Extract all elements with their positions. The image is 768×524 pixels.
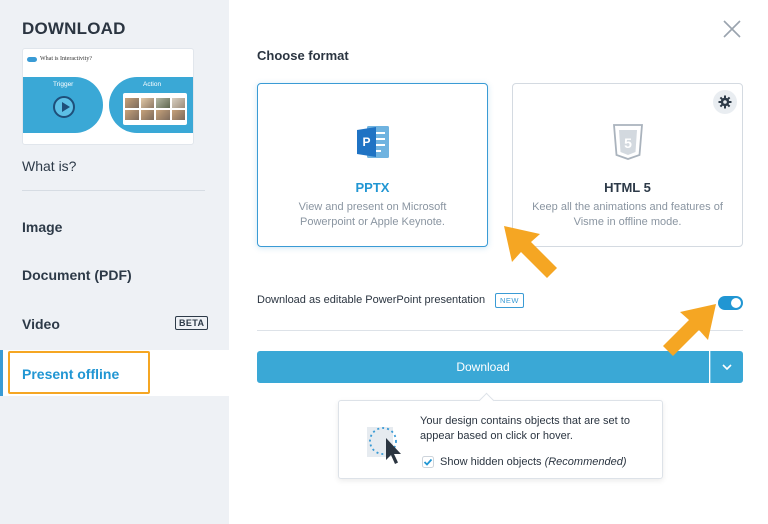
editable-pptx-label: Download as editable PowerPoint presenta… bbox=[257, 294, 486, 306]
svg-text:5: 5 bbox=[624, 135, 632, 151]
close-icon[interactable] bbox=[722, 19, 742, 39]
svg-text:P: P bbox=[362, 135, 370, 149]
pointer-arrow-icon bbox=[504, 226, 557, 278]
popup-message: Your design contains objects that are se… bbox=[420, 415, 630, 442]
download-button[interactable]: Download bbox=[257, 351, 709, 383]
format-card-pptx[interactable]: P PPTX View and present on Microsoft Pow… bbox=[257, 83, 488, 247]
beta-badge: BETA bbox=[175, 316, 209, 330]
play-icon bbox=[53, 96, 75, 118]
thumbnail-screenshot-image bbox=[123, 93, 187, 125]
format-description-pptx: View and present on Microsoft Powerpoint… bbox=[298, 201, 447, 228]
html5-settings-button[interactable] bbox=[713, 90, 737, 114]
sidebar-title: DOWNLOAD bbox=[22, 19, 126, 38]
sidebar-item-label: Present offline bbox=[22, 366, 120, 382]
checkbox-note: (Recommended) bbox=[544, 456, 627, 468]
hidden-objects-popup: Your design contains objects that are se… bbox=[338, 400, 663, 479]
thumbnail-heading: What is Interactivity? bbox=[40, 56, 92, 62]
format-name-html5: HTML 5 bbox=[604, 180, 651, 195]
thumbnail-action-label: Action bbox=[143, 81, 162, 88]
thumbnail-header: What is Interactivity? bbox=[27, 56, 92, 62]
new-badge: NEW bbox=[495, 293, 524, 308]
show-hidden-objects-label[interactable]: Show hidden objects (Recommended) bbox=[440, 456, 627, 468]
present-offline-highlight: Present offline bbox=[8, 351, 150, 394]
format-name-pptx: PPTX bbox=[355, 180, 390, 195]
interactivity-thumbnail[interactable]: What is Interactivity? Trigger Action bbox=[22, 48, 194, 145]
gear-icon bbox=[718, 95, 732, 109]
sidebar-item-present-offline[interactable]: Present offline bbox=[0, 350, 229, 396]
thumbnail-trigger-label: Trigger bbox=[53, 81, 74, 88]
sidebar: DOWNLOAD What is Interactivity? Trigger … bbox=[0, 0, 229, 524]
sidebar-item-image[interactable]: Image bbox=[22, 219, 62, 235]
pointer-arrow-icon bbox=[663, 304, 716, 356]
what-is-link[interactable]: What is? bbox=[22, 158, 76, 174]
pptx-icon: P bbox=[356, 126, 389, 158]
chevron-down-icon bbox=[722, 364, 732, 370]
show-hidden-objects-checkbox[interactable] bbox=[422, 456, 434, 468]
choose-format-heading: Choose format bbox=[257, 48, 349, 63]
checkbox-label-text: Show hidden objects bbox=[440, 456, 542, 468]
sidebar-item-video[interactable]: Video bbox=[22, 316, 60, 332]
editable-pptx-toggle[interactable] bbox=[718, 296, 743, 310]
active-indicator bbox=[0, 350, 3, 396]
click-hover-icon bbox=[367, 427, 401, 464]
sidebar-item-document-pdf[interactable]: Document (PDF) bbox=[22, 267, 132, 283]
sidebar-divider bbox=[22, 190, 205, 191]
html5-icon: 5 bbox=[612, 124, 643, 160]
